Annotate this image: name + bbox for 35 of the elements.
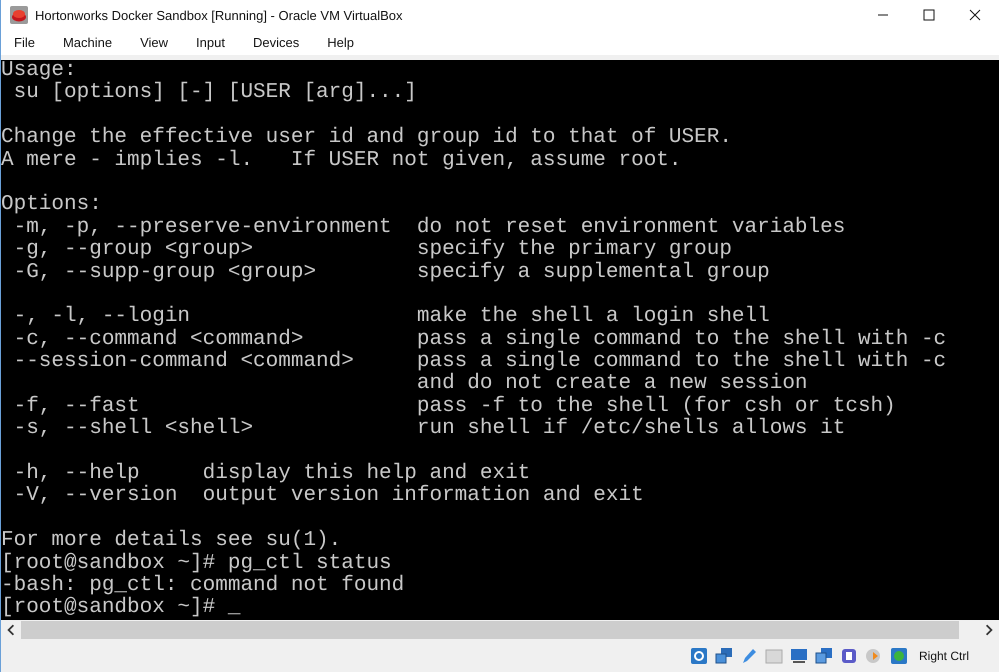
scroll-left-icon[interactable] — [5, 624, 17, 636]
host-key-label: Right Ctrl — [918, 649, 969, 663]
terminal-line: su [options] [-] [USER [arg]...] — [12, 82, 418, 105]
terminal-line: Change the effective user id and group id to that of USER. — [1, 127, 733, 150]
close-icon[interactable] — [969, 9, 981, 21]
terminal-line: -, -l, --login make the shell a login shell — [12, 306, 771, 328]
terminal-line: -bash: pg_ctl: command not found — [1, 574, 406, 597]
menu-item[interactable]: Help — [327, 35, 354, 50]
maximize-icon[interactable] — [923, 9, 935, 21]
terminal-line: and do not create a new session — [416, 373, 809, 396]
menu-item[interactable]: Machine — [62, 35, 112, 50]
terminal-line: -V, --version output version information and exit — [12, 485, 645, 508]
terminal-line: --session-command <command> pass a single command to the shell with -c — [12, 351, 948, 374]
terminal-line: -h, --help display this help and exit — [12, 463, 532, 486]
menu-item[interactable]: Devices — [252, 35, 300, 50]
terminal-line: Options: — [1, 194, 103, 217]
terminal-line: -G, --supp-group <group> specify a supplemental group — [12, 262, 771, 284]
terminal-line: -c, --command <command> pass a single command to the shell with -c — [12, 328, 948, 351]
terminal-line: [root@sandbox ~]# _ — [1, 597, 242, 620]
terminal-line: -f, --fast pass -f to the shell (for csh or tcsh) — [12, 396, 897, 418]
display-icon[interactable] — [790, 647, 808, 665]
scrollbar-thumb[interactable] — [21, 621, 959, 639]
window-title: Hortonworks Docker Sandbox [Running] - Oracle VM VirtualBox — [35, 8, 403, 22]
terminal-line: For more details see su(1). — [1, 530, 342, 552]
scroll-right-icon[interactable] — [983, 624, 995, 636]
terminal-line: -m, -p, --preserve-environment do not reset environment variables — [12, 216, 846, 239]
menu-item[interactable]: Input — [196, 35, 225, 50]
terminal-line: Usage: — [1, 60, 77, 82]
terminal-line: A mere - implies -l. If USER not given, assume root. — [1, 150, 683, 172]
app-icon — [9, 5, 29, 25]
terminal-line: [root@sandbox ~]# pg_ctl status — [1, 552, 392, 575]
terminal-line: -s, --shell <shell> run shell if /etc/shells allows it — [12, 418, 846, 441]
menu-item[interactable]: View — [140, 35, 168, 50]
terminal-line: -g, --group <group> specify the primary group — [12, 239, 733, 262]
menu-item[interactable]: File — [14, 35, 35, 50]
